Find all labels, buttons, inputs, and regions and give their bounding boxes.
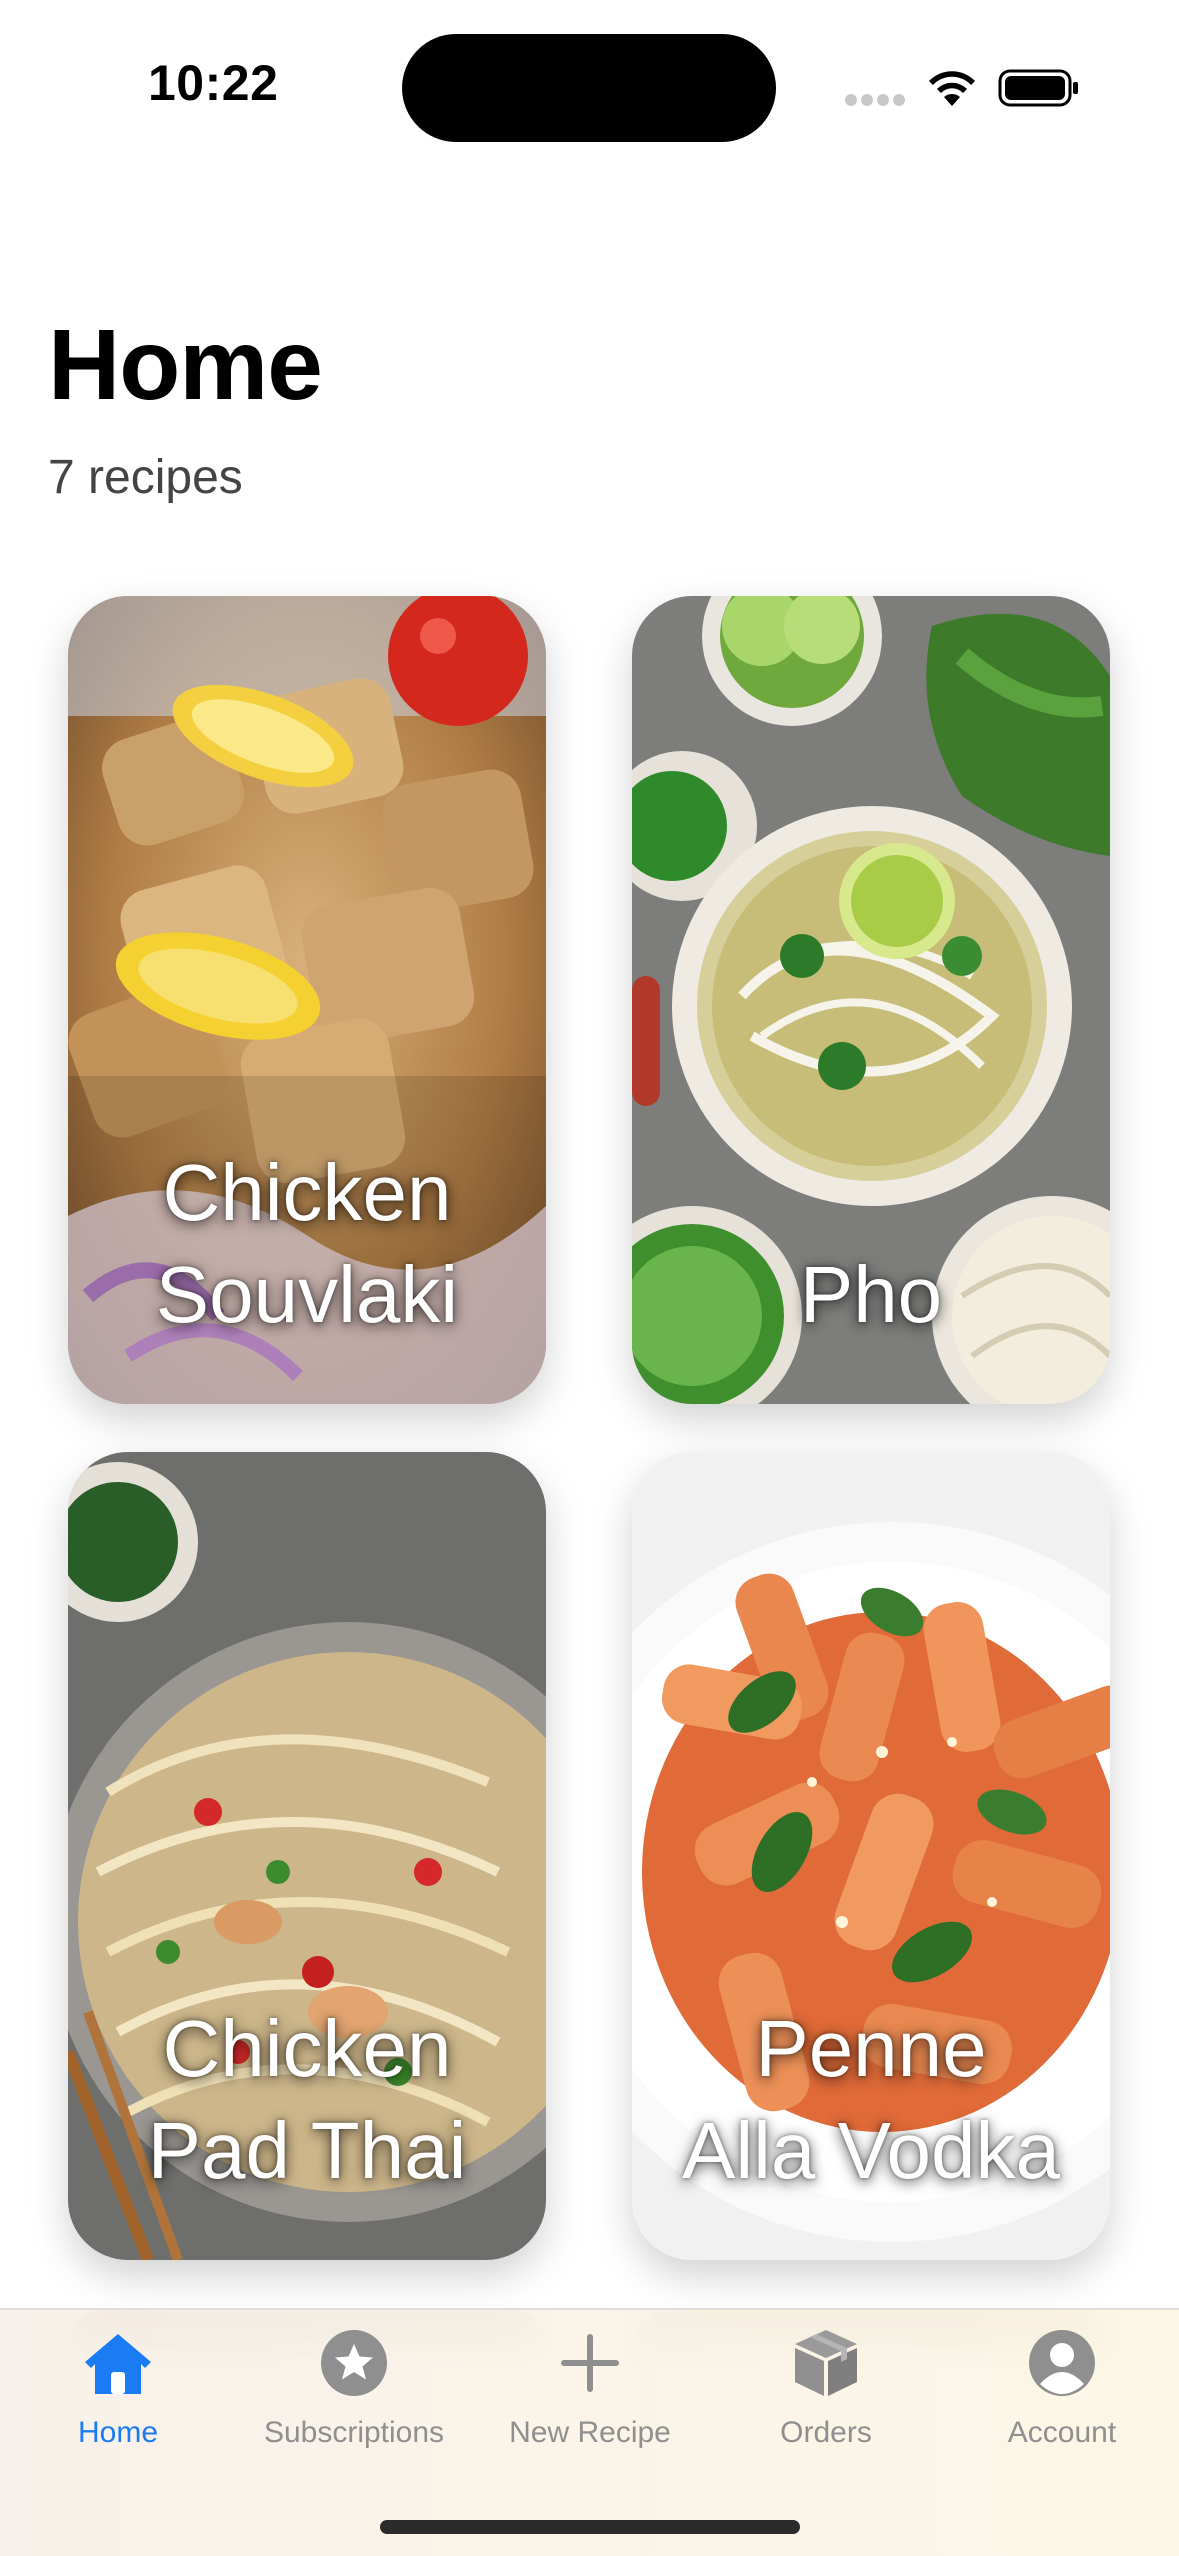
tab-home[interactable]: Home — [0, 2310, 236, 2460]
tab-label: Account — [1007, 2416, 1117, 2449]
person-circle-icon — [1029, 2330, 1095, 2396]
tab-subscriptions[interactable]: Subscriptions — [236, 2310, 472, 2460]
recipe-title: Pho — [632, 1244, 1110, 1346]
recipe-title-line: Chicken — [162, 2004, 452, 2093]
tab-label: Home — [77, 2416, 159, 2449]
recipe-card-chicken-souvlaki[interactable]: Chicken Souvlaki — [68, 596, 546, 1404]
tab-label: Orders — [780, 2416, 872, 2449]
house-icon — [85, 2334, 151, 2394]
recipe-title-line: Pho — [799, 1250, 943, 1339]
recipe-grid: Chicken Souvlaki Pho Chicken Pad Thai Pe… — [0, 0, 1179, 2556]
recipe-title-line: Souvlaki — [155, 1250, 459, 1339]
recipe-title-line: Alla Vodka — [681, 2106, 1061, 2195]
recipe-card-penne-alla-vodka[interactable]: Penne Alla Vodka — [632, 1452, 1110, 2260]
home-indicator[interactable] — [380, 2520, 800, 2534]
star-circle-icon — [321, 2330, 387, 2396]
tab-new-recipe[interactable]: New Recipe — [472, 2310, 708, 2460]
recipe-title: Penne Alla Vodka — [632, 1998, 1110, 2202]
recipe-title: Chicken Souvlaki — [68, 1142, 546, 1346]
tab-label: Subscriptions — [263, 2416, 445, 2449]
plus-icon — [561, 2334, 619, 2392]
recipe-title-line: Chicken — [162, 1148, 452, 1237]
box-icon — [795, 2330, 857, 2396]
home-screen: 10:22 Home 7 recipes Chicken Souvlaki Ph… — [0, 0, 1179, 2556]
recipe-title-line: Pad Thai — [147, 2106, 467, 2195]
tab-bar: Home Subscriptions New Recipe Orders Acc… — [0, 2308, 1179, 2556]
recipe-card-chicken-pad-thai[interactable]: Chicken Pad Thai — [68, 1452, 546, 2260]
tab-account[interactable]: Account — [944, 2310, 1179, 2460]
tab-orders[interactable]: Orders — [708, 2310, 944, 2460]
recipe-title: Chicken Pad Thai — [68, 1998, 546, 2202]
recipe-title-line: Penne — [755, 2004, 987, 2093]
recipe-card-pho[interactable]: Pho — [632, 596, 1110, 1404]
tab-label: New Recipe — [509, 2416, 671, 2449]
